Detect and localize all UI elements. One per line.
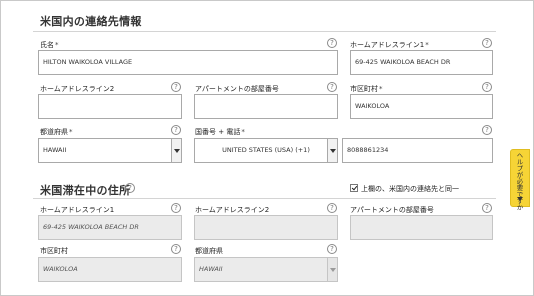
country-code-select[interactable]: UNITED STATES (USA) (+1) (194, 138, 338, 163)
city-label: 市区町村* (350, 85, 383, 93)
phone-help-icon[interactable]: ? (482, 125, 492, 135)
state-help-icon[interactable]: ? (171, 125, 181, 135)
stay-address-help-icon[interactable]: ? (125, 183, 135, 193)
stay-home-address1-help-icon[interactable]: ? (171, 203, 181, 213)
home-address1-help-icon[interactable]: ? (482, 38, 492, 48)
state-select[interactable]: HAWAII (38, 138, 182, 163)
section-title-us-stay-address: 米国滞在中の住所 (40, 184, 131, 197)
stay-home-address2-help-icon[interactable]: ? (327, 203, 337, 213)
stay-state-label: 都道府県 (195, 247, 223, 255)
stay-state-help-icon[interactable]: ? (327, 244, 337, 254)
chevron-down-icon (327, 258, 337, 281)
phone-number-field[interactable]: 8088861234 (342, 138, 493, 163)
phone-label: 国番号 + 電話* (195, 128, 245, 136)
country-code-value: UNITED STATES (USA) (+1) (222, 146, 310, 154)
home-address2-help-icon[interactable]: ? (171, 82, 181, 92)
help-side-tab[interactable]: ヘルプが必要ですか (510, 149, 530, 211)
stay-apt-number-help-icon[interactable]: ? (482, 203, 492, 213)
home-address1-field[interactable]: 69-425 WAIKOLOA BEACH DR (350, 50, 493, 75)
stay-home-address2-field (194, 215, 338, 240)
chevron-down-icon (517, 197, 523, 201)
stay-apt-number-label: アパートメントの部屋番号 (350, 206, 434, 214)
stay-city-label: 市区町村 (40, 247, 68, 255)
same-as-contact-label: 上欄の、米国内の連絡先と同一 (361, 185, 459, 193)
same-as-contact-checkbox[interactable] (350, 184, 358, 192)
name-label: 氏名* (40, 41, 59, 49)
chevron-down-icon[interactable] (327, 139, 337, 162)
state-label: 都道府県* (40, 128, 73, 136)
stay-apt-number-field (350, 215, 493, 240)
name-help-icon[interactable]: ? (327, 38, 337, 48)
stay-home-address1-label: ホームアドレスライン1 (40, 206, 115, 214)
stay-home-address2-label: ホームアドレスライン2 (195, 206, 270, 214)
form-frame: 米国内の連絡先情報 氏名* ? HILTON WAIKOLOA VILLAGE … (0, 0, 534, 296)
help-side-tab-label: ヘルプが必要ですか (515, 152, 523, 211)
home-address2-label: ホームアドレスライン2 (40, 85, 115, 93)
apt-number-label: アパートメントの部屋番号 (195, 85, 279, 93)
name-field[interactable]: HILTON WAIKOLOA VILLAGE (38, 50, 338, 75)
apt-number-help-icon[interactable]: ? (327, 82, 337, 92)
stay-home-address1-field: 69-425 WAIKOLOA BEACH DR (38, 215, 182, 240)
section-divider (33, 198, 496, 199)
stay-city-field: WAIKOLOA (38, 257, 182, 282)
section-divider (33, 31, 496, 32)
apt-number-field[interactable] (194, 94, 338, 119)
stay-state-select: HAWAII (194, 257, 338, 282)
chevron-down-icon[interactable] (171, 139, 181, 162)
home-address1-label: ホームアドレスライン1* (350, 41, 429, 49)
stay-city-help-icon[interactable]: ? (171, 244, 181, 254)
home-address2-field[interactable] (38, 94, 182, 119)
section-title-us-contact: 米国内の連絡先情報 (40, 15, 142, 28)
city-field[interactable]: WAIKOLOA (350, 94, 493, 119)
state-select-value: HAWAII (43, 146, 67, 154)
city-help-icon[interactable]: ? (482, 82, 492, 92)
stay-state-value: HAWAII (199, 265, 223, 273)
